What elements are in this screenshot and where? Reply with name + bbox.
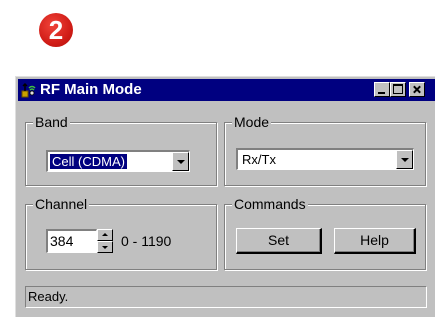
window-title: RF Main Mode bbox=[40, 81, 142, 98]
spin-down-icon[interactable] bbox=[97, 241, 113, 253]
help-button[interactable]: Help bbox=[334, 228, 416, 254]
channel-input[interactable]: 384 bbox=[46, 229, 97, 253]
commands-group-label: Commands bbox=[232, 196, 308, 212]
maximize-icon[interactable] bbox=[390, 82, 406, 97]
chevron-down-icon[interactable] bbox=[172, 152, 189, 171]
rf-app-icon bbox=[21, 82, 36, 98]
mode-selected-value: Rx/Tx bbox=[242, 152, 276, 167]
spin-up-icon[interactable] bbox=[97, 229, 113, 241]
chevron-down-icon[interactable] bbox=[396, 150, 413, 169]
band-select[interactable]: Cell (CDMA) bbox=[46, 150, 190, 172]
step-number-badge: 2 bbox=[39, 13, 73, 47]
rf-main-mode-window: RF Main Mode Band Cell (CDMA) Mode Rx/Tx… bbox=[15, 76, 435, 317]
mode-group-label: Mode bbox=[232, 114, 272, 130]
set-button[interactable]: Set bbox=[236, 228, 322, 254]
band-selected-value: Cell (CDMA) bbox=[49, 153, 128, 170]
channel-group-label: Channel bbox=[33, 196, 90, 212]
close-icon[interactable] bbox=[409, 82, 425, 97]
channel-stepper bbox=[97, 229, 113, 253]
title-bar[interactable]: RF Main Mode bbox=[18, 79, 435, 101]
status-bar: Ready. bbox=[25, 286, 427, 308]
minimize-icon[interactable] bbox=[374, 82, 390, 97]
channel-range: 0 - 1190 bbox=[121, 233, 172, 249]
band-group-label: Band bbox=[33, 114, 70, 130]
mode-select[interactable]: Rx/Tx bbox=[236, 148, 414, 170]
